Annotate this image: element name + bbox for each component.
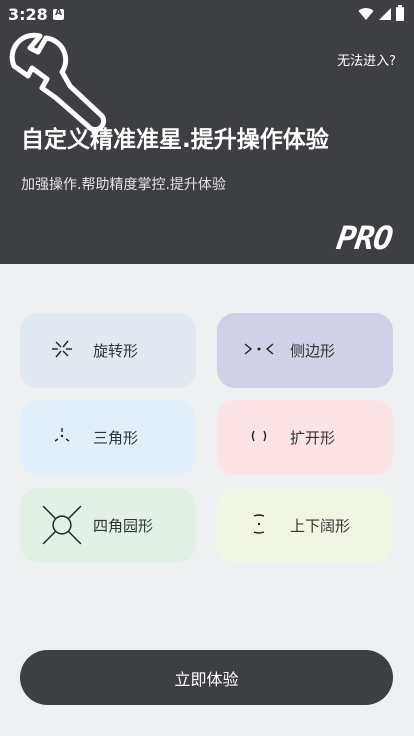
notification-icon [53,8,64,20]
crosshair-label: 旋转形 [93,342,139,360]
crosshair-card-side[interactable]: 侧边形 [217,313,393,388]
side-crosshair-icon [244,343,274,355]
crosshair-card-vertical[interactable]: 上下阔形 [217,488,393,563]
rotate-crosshair-icon [52,340,72,358]
crosshair-card-triangle[interactable]: 三角形 [20,400,196,475]
battery-icon [396,5,404,21]
crosshair-label: 上下阔形 [290,517,351,535]
triangle-crosshair-icon [54,428,70,442]
page-title: 自定义精准准星.提升操作体验 [21,127,329,153]
vertical-crosshair-icon [253,514,265,534]
page-subtitle: 加强操作.帮助精度掌控.提升体验 [21,177,226,193]
status-time: 3:28 [8,5,48,24]
expand-crosshair-icon [251,430,267,442]
system-icons [358,5,404,22]
crosshair-label: 侧边形 [290,342,336,360]
crosshair-card-expand[interactable]: 扩开形 [217,400,393,475]
crosshair-card-circle[interactable]: 四角园形 [20,488,196,563]
signal-icon [379,8,391,20]
header-banner: 3:28 无法进入? 自定义精准准星.提升操作体验 加强操作.帮助精度掌控.提升… [0,0,414,264]
pro-badge: PRO [334,219,395,257]
crosshair-label: 扩开形 [290,429,336,447]
crosshair-card-rotate[interactable]: 旋转形 [20,313,196,388]
circle-crosshair-icon [42,505,82,545]
wifi-icon [358,8,374,20]
status-bar: 3:28 [0,0,414,28]
crosshair-label: 四角园形 [93,517,154,535]
crosshair-label: 三角形 [93,429,139,447]
try-now-button[interactable]: 立即体验 [20,650,393,705]
cannot-enter-link[interactable]: 无法进入? [337,50,396,69]
